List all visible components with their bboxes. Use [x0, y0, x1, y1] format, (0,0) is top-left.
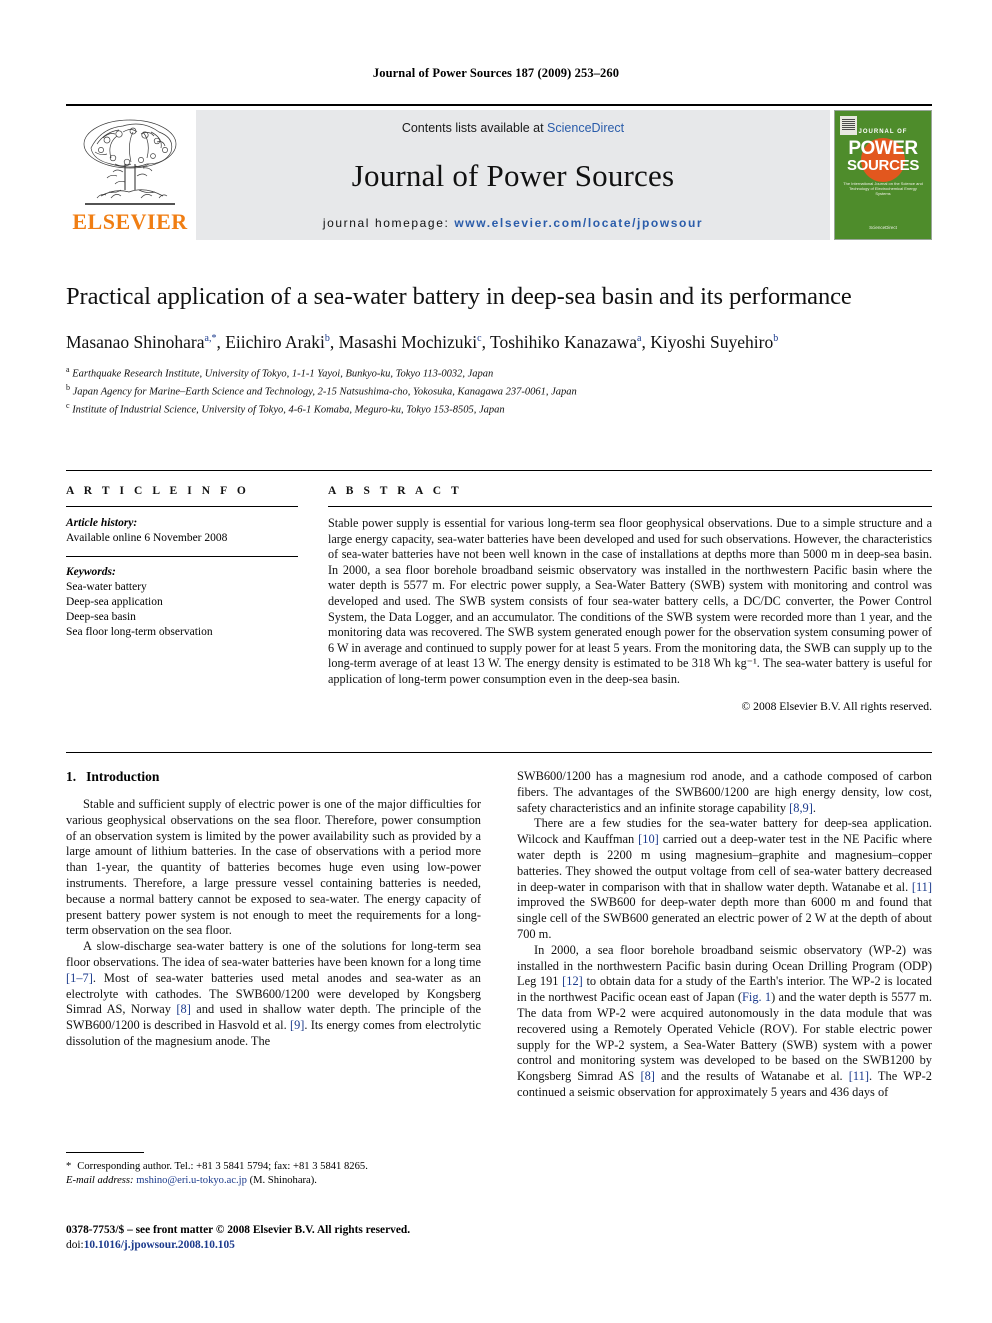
article-info-heading: A R T I C L E I N F O: [66, 485, 250, 497]
article-history-label: Article history:: [66, 517, 138, 529]
intro-paragraph-5: In 2000, a sea floor borehole broadband …: [517, 942, 932, 1099]
author-name: Eiichiro Araki: [225, 331, 325, 352]
keywords-list: Sea-water battery Deep-sea application Dee…: [66, 580, 298, 640]
email-note: E-mail address: mshino@eri.u-tokyo.ac.jp…: [66, 1174, 481, 1188]
abstract-column: A B S T R A C T Stable power supply is e…: [328, 485, 932, 713]
keyword-item: Deep-sea basin: [66, 611, 136, 623]
author-affiliation-marker: a,*: [204, 333, 217, 344]
contents-prefix: Contents lists available at: [401, 121, 548, 135]
homepage-url-link[interactable]: www.elsevier.com/locate/jpowsour: [454, 216, 703, 230]
doi-line: doi:10.1016/j.jpowsour.2008.10.105: [66, 1238, 566, 1253]
author-name: Masashi Mochizuki: [338, 331, 478, 352]
journal-homepage-line: journal homepage: www.elsevier.com/locat…: [323, 216, 703, 230]
affiliation-marker: a: [66, 364, 70, 374]
citation-link[interactable]: [10]: [638, 832, 659, 846]
title-block: Practical application of a sea-water bat…: [66, 282, 932, 417]
section-title: Introduction: [86, 769, 160, 784]
elsevier-tree-icon: [83, 119, 177, 205]
abstract-heading: A B S T R A C T: [328, 485, 463, 497]
keyword-item: Deep-sea application: [66, 596, 163, 608]
keywords-rule: [66, 556, 298, 557]
issn-line: 0378-7753/$ – see front matter © 2008 El…: [66, 1224, 411, 1236]
abstract-copyright: © 2008 Elsevier B.V. All rights reserved…: [741, 699, 932, 713]
email-owner-text: (M. Shinohara).: [249, 1175, 317, 1186]
citation-link[interactable]: [11]: [912, 880, 932, 894]
affiliation-line: a Earthquake Research Institute, Univers…: [66, 364, 494, 380]
journal-cover-thumbnail: JOURNAL OF POWER SOURCES The Internation…: [834, 110, 932, 240]
abstract-body: Stable power supply is essential for var…: [328, 516, 932, 686]
paper-page: Journal of Power Sources 187 (2009) 253–…: [0, 0, 992, 1323]
corresponding-author-text: Corresponding author. Tel.: +81 3 5841 5…: [77, 1161, 368, 1172]
journal-title: Journal of Power Sources: [351, 157, 675, 193]
doi-link[interactable]: 10.1016/j.jpowsour.2008.10.105: [84, 1239, 235, 1251]
author-affiliation-marker: a: [637, 333, 642, 344]
footnote-area: * Corresponding author. Tel.: +81 3 5841 …: [66, 1152, 481, 1188]
homepage-prefix: journal homepage:: [322, 216, 455, 230]
abstract-rule: [328, 506, 932, 507]
body-column-right: SWB600/1200 has a magnesium rod anode, a…: [517, 769, 932, 1101]
keyword-item: Sea-water battery: [66, 581, 147, 593]
article-title: Practical application of a sea-water bat…: [66, 283, 852, 310]
keywords-label: Keywords:: [66, 566, 116, 578]
running-head: Journal of Power Sources 187 (2009) 253–…: [372, 66, 620, 80]
citation-link[interactable]: [8,9]: [789, 801, 813, 815]
article-history-value: Available online 6 November 2008: [66, 532, 228, 544]
article-info-column: A R T I C L E I N F O Article history: A…: [66, 485, 328, 713]
sciencedirect-link[interactable]: ScienceDirect: [547, 121, 624, 135]
email-address-link[interactable]: mshino@eri.u-tokyo.ac.jp: [136, 1175, 247, 1186]
affiliation-marker: c: [66, 400, 70, 410]
cover-tagline: The International Journal on the Science…: [843, 181, 923, 196]
footnote-star-marker: *: [66, 1161, 72, 1172]
imprint-area: 0378-7753/$ – see front matter © 2008 El…: [66, 1223, 566, 1252]
citation-link[interactable]: [8]: [640, 1069, 654, 1083]
citation-link[interactable]: [11]: [849, 1069, 869, 1083]
intro-paragraph-3: SWB600/1200 has a magnesium rod anode, a…: [517, 769, 932, 815]
author-name: Kiyoshi Suyehiro: [650, 331, 774, 352]
author-affiliation-marker: b: [324, 333, 330, 344]
corresponding-author-note: * Corresponding author. Tel.: +81 3 5841 …: [66, 1160, 481, 1174]
affiliation-line: b Japan Agency for Marine–Earth Science …: [66, 382, 577, 398]
citation-link[interactable]: [8]: [176, 1002, 190, 1016]
footnote-rule: [66, 1152, 144, 1153]
citation-link[interactable]: [1–7]: [66, 971, 93, 985]
elsevier-logo: ELSEVIER: [66, 110, 194, 240]
info-abstract-band: A R T I C L E I N F O Article history: A…: [66, 470, 932, 713]
intro-paragraph-1: Stable and sufficient supply of electric…: [66, 797, 481, 938]
email-address-label: E-mail address:: [66, 1175, 134, 1186]
citation-link[interactable]: [12]: [562, 974, 583, 988]
keyword-item: Sea floor long-term observation: [66, 626, 213, 638]
body-columns: 1. Introduction Stable and sufficient sup…: [66, 752, 932, 1101]
author-name: Toshihiko Kanazawa: [490, 331, 638, 352]
author-name: Masanao Shinohara: [66, 331, 205, 352]
affiliation-line: c Institute of Industrial Science, Unive…: [66, 400, 505, 416]
author-affiliation-marker: c: [477, 333, 482, 344]
elsevier-wordmark: ELSEVIER: [72, 209, 188, 234]
cover-footer-label: ScienceDirect: [869, 225, 897, 230]
intro-paragraph-4: There are a few studies for the sea-wate…: [517, 816, 932, 941]
author-affiliation-marker: b: [773, 333, 779, 344]
body-column-left: 1. Introduction Stable and sufficient sup…: [66, 769, 481, 1101]
affiliation-list: a Earthquake Research Institute, Univers…: [66, 363, 932, 417]
section-heading-introduction: 1. Introduction: [66, 769, 481, 785]
intro-paragraph-2: A slow-discharge sea-water battery is on…: [66, 939, 481, 1048]
affiliation-marker: b: [66, 382, 70, 392]
cover-journal-of-label: JOURNAL OF: [858, 129, 908, 135]
journal-masthead: ELSEVIER Contents lists available at Sci…: [66, 104, 932, 240]
contents-available-line: Contents lists available at ScienceDirec…: [402, 121, 624, 135]
journal-band: Contents lists available at ScienceDirec…: [196, 110, 830, 240]
cover-power-label: POWER: [848, 138, 918, 159]
author-list: Masanao Shinoharaa,*, Eiichiro Arakib, M…: [66, 331, 779, 352]
doi-label: doi:: [66, 1238, 84, 1251]
article-info-rule: [66, 506, 298, 507]
citation-link[interactable]: Fig. 1: [742, 990, 771, 1004]
citation-link[interactable]: [9]: [290, 1018, 304, 1032]
cover-sources-label: SOURCES: [846, 157, 920, 174]
section-number: 1.: [66, 769, 77, 784]
